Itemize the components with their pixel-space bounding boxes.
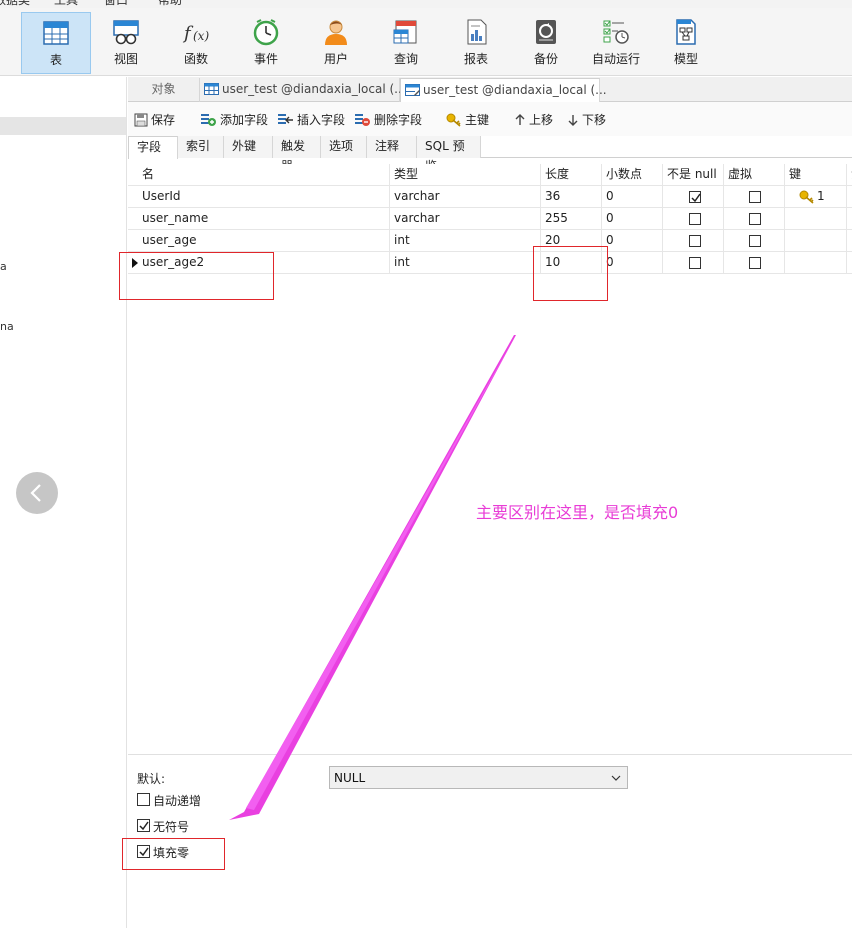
app-window: 数据类 工具 窗口 帮助 表 视图 f (x) 函数 事件 用户 查询 报表 备… <box>0 0 852 928</box>
annotation-note: 主要区别在这里，是否填充0 <box>476 503 679 522</box>
annotation-arrow <box>229 335 516 820</box>
